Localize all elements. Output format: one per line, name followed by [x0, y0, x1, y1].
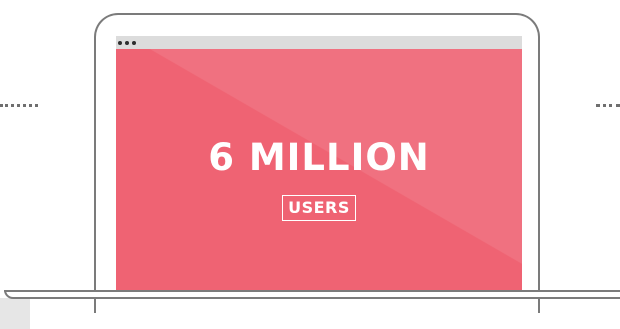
dotted-line-right: [596, 104, 620, 111]
window-dot-icon: [132, 41, 136, 45]
users-badge: USERS: [282, 195, 356, 221]
illustration: 6 MILLION USERS: [0, 0, 620, 329]
dotted-line-left: [0, 104, 38, 111]
badge-container: USERS: [116, 195, 522, 221]
browser-title-bar: [116, 36, 522, 49]
window-dot-icon: [118, 41, 122, 45]
window-dot-icon: [125, 41, 129, 45]
headline: 6 MILLION: [208, 136, 430, 179]
laptop-screen: 6 MILLION USERS: [116, 49, 522, 291]
laptop-base-shadow: [0, 298, 30, 329]
laptop-base: [4, 290, 620, 299]
